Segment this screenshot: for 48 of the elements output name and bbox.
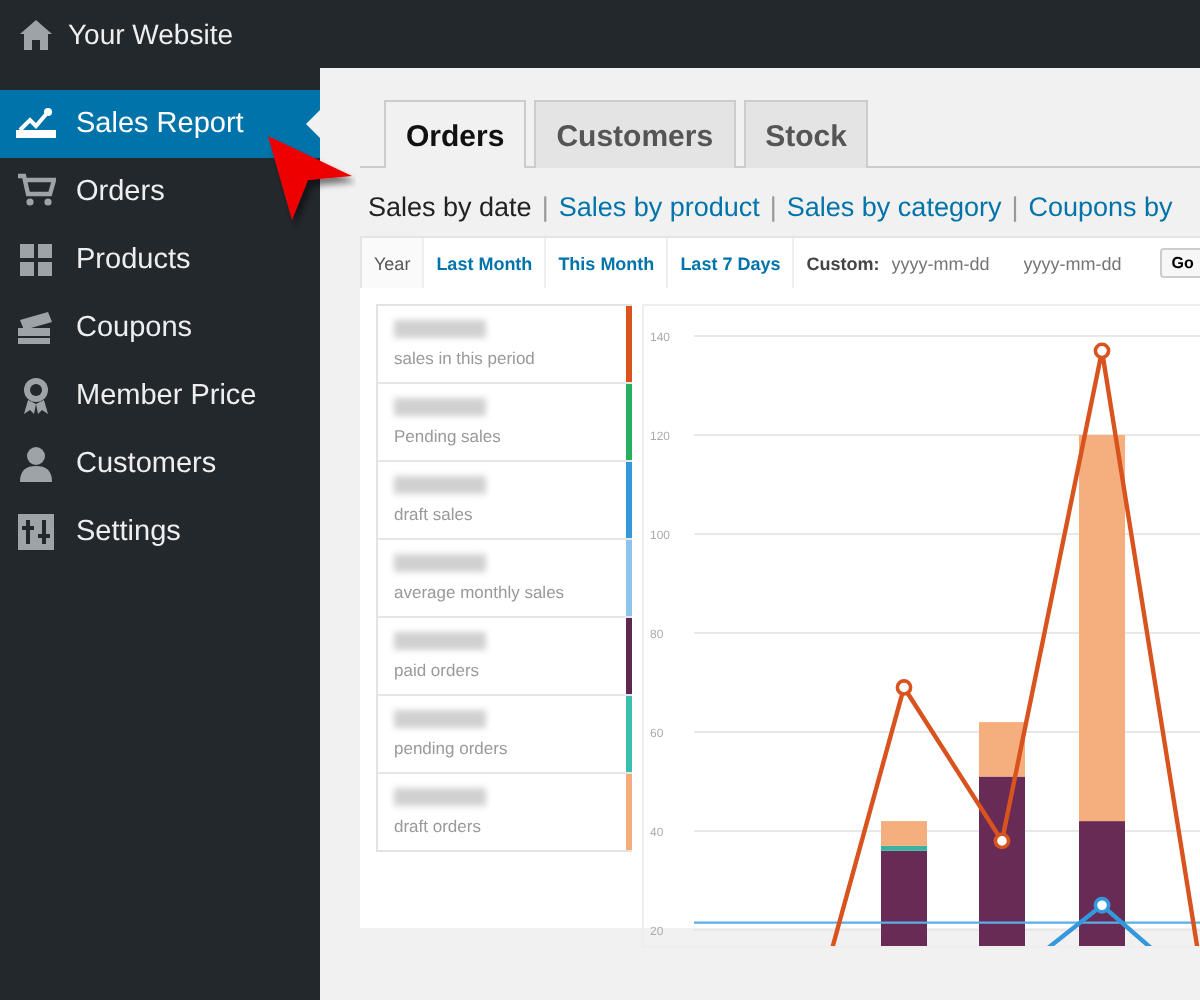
sliders-icon — [16, 512, 56, 552]
report-link[interactable]: Sales by product — [558, 192, 760, 222]
blurred-value — [394, 788, 486, 806]
person-icon — [16, 444, 56, 484]
data-point — [993, 832, 1011, 850]
cart-icon — [16, 172, 56, 212]
report-link[interactable]: Sales by category — [786, 192, 1002, 222]
line-chart-icon — [16, 104, 56, 144]
tab[interactable]: Orders — [384, 100, 527, 168]
tickets-icon — [16, 308, 56, 348]
tab[interactable]: Stock — [743, 100, 869, 168]
summary-label: draft sales — [394, 504, 475, 524]
sidebar-item[interactable]: Products — [0, 226, 320, 294]
summary-label: draft orders — [394, 816, 483, 836]
blurred-value — [394, 632, 486, 650]
blurred-value — [394, 320, 486, 338]
range-tab[interactable]: Year — [362, 238, 425, 288]
summary-label: sales in this period — [394, 348, 537, 368]
summary-label: Pending sales — [394, 426, 503, 446]
blurred-value — [394, 476, 486, 494]
summary-label: average monthly sales — [394, 582, 567, 602]
home-icon[interactable] — [20, 19, 52, 49]
site-title[interactable]: Your Website — [68, 18, 233, 50]
grid-icon — [16, 240, 56, 280]
summary-label: paid orders — [394, 660, 482, 680]
summary-label: pending orders — [394, 738, 510, 758]
report-link[interactable]: Sales by date — [368, 192, 532, 222]
data-point — [1093, 342, 1111, 360]
separator: | — [541, 192, 549, 222]
custom-label: Custom: — [804, 253, 882, 273]
report-link[interactable]: Coupons by — [1028, 192, 1173, 222]
start-date-field[interactable]: yyyy-mm-dd — [887, 251, 1020, 275]
data-point — [1093, 896, 1111, 914]
end-date-field[interactable]: yyyy-mm-dd — [1019, 251, 1152, 275]
data-point — [895, 679, 913, 696]
sidebar-item[interactable]: Member Price — [0, 362, 320, 430]
separator: | — [1011, 192, 1019, 222]
blurred-value — [394, 554, 486, 572]
sidebar-item[interactable]: Coupons — [0, 294, 320, 362]
sidebar-item[interactable]: Orders — [0, 158, 320, 226]
blurred-value — [394, 710, 486, 728]
sidebar-item[interactable]: Settings — [0, 498, 320, 566]
sidebar-item[interactable]: Sales Report — [0, 90, 320, 158]
sidebar-item[interactable]: Customers — [0, 430, 320, 498]
blurred-value — [394, 398, 486, 416]
go-button[interactable]: Go — [1159, 248, 1200, 278]
tab[interactable]: Customers — [534, 100, 736, 168]
separator: | — [769, 192, 777, 222]
